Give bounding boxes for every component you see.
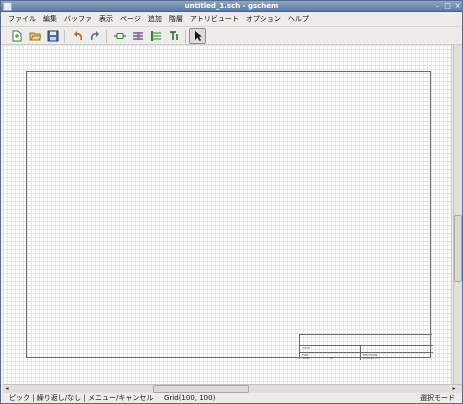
add-component-button[interactable] [113, 29, 127, 43]
vertical-scrollbar[interactable] [453, 45, 462, 384]
open-button[interactable] [28, 29, 42, 43]
grid-status: Grid(100, 100) [164, 394, 216, 402]
menu-hierarchy[interactable]: 階層 [169, 14, 183, 24]
menu-file[interactable]: ファイル [8, 14, 36, 24]
minimize-button[interactable]: – [433, 2, 442, 11]
mouse-button-hints: ピック | 繰り返し/なし | メニュー/キャンセル [9, 394, 154, 402]
save-button[interactable] [46, 29, 60, 43]
redo-button[interactable] [88, 29, 102, 43]
drawn-by-label: DRAWN BY: [363, 356, 380, 360]
select-button[interactable] [189, 28, 206, 44]
horizontal-scrollbar[interactable]: ◂ ▸ [3, 384, 462, 393]
schematic-canvas[interactable]: TITLE FILE: PAGE OF REVISION: DRAWN BY: [3, 45, 452, 384]
menu-options[interactable]: オプション [246, 14, 281, 24]
toolbar [1, 26, 462, 45]
text-icon [170, 31, 178, 40]
horizontal-scroll-thumb[interactable] [153, 385, 249, 393]
net-icon [133, 32, 143, 40]
window-title: untitled_1.sch - gschem [184, 2, 279, 10]
title-bar[interactable]: untitled_1.sch - gschem – □ × [1, 1, 462, 12]
undo-button[interactable] [71, 29, 85, 43]
menu-view[interactable]: 表示 [99, 14, 113, 24]
toolbar-separator [106, 30, 107, 43]
add-bus-button[interactable] [149, 29, 163, 43]
menu-bar: ファイル 編集 バッファ 表示 ページ 追加 階層 アトリビュート オプション … [1, 12, 462, 26]
component-icon [114, 33, 126, 39]
title-block-divider [300, 345, 433, 346]
scroll-left-arrow[interactable]: ◂ [3, 385, 11, 393]
open-folder-icon [29, 32, 41, 41]
new-document-icon [12, 30, 22, 42]
menu-edit[interactable]: 編集 [43, 14, 57, 24]
toolbar-separator [64, 30, 65, 43]
save-disk-icon [47, 30, 59, 42]
menu-add[interactable]: 追加 [148, 14, 162, 24]
maximize-button[interactable]: □ [443, 2, 452, 11]
menu-help[interactable]: ヘルプ [288, 14, 309, 24]
undo-arrow-icon [74, 31, 83, 41]
gschem-window: untitled_1.sch - gschem – □ × ファイル 編集 バッ… [0, 0, 463, 404]
vertical-scroll-thumb[interactable] [454, 215, 462, 282]
new-page-button[interactable] [10, 29, 24, 43]
of-label: OF [330, 356, 335, 360]
menu-buffer[interactable]: バッファ [64, 14, 92, 24]
redo-arrow-icon [90, 31, 99, 41]
mode-status: 選択モード [420, 394, 455, 402]
add-text-button[interactable] [167, 29, 181, 43]
pointer-icon [194, 31, 202, 41]
status-bar: ピック | 繰り返し/なし | メニュー/キャンセル Grid(100, 100… [1, 393, 462, 403]
scroll-right-arrow[interactable]: ▸ [450, 385, 458, 393]
title-block-divider [360, 345, 361, 360]
close-button[interactable]: × [453, 2, 462, 11]
title-block: TITLE FILE: PAGE OF REVISION: DRAWN BY: [299, 334, 433, 360]
menu-attributes[interactable]: アトリビュート [190, 14, 239, 24]
menu-page[interactable]: ページ [120, 14, 141, 24]
toolbar-separator [185, 30, 186, 43]
page-label: PAGE [302, 356, 310, 360]
add-net-button[interactable] [131, 29, 145, 43]
bus-icon [151, 31, 161, 41]
sheet-border: TITLE FILE: PAGE OF REVISION: DRAWN BY: [26, 71, 433, 360]
title-label: TITLE [302, 346, 311, 350]
